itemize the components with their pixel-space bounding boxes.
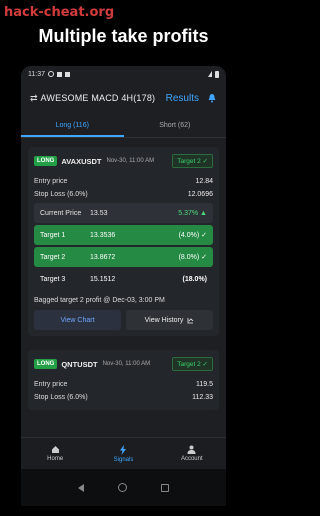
status-time: 11:37 <box>28 70 45 78</box>
direction-tabs: Long (116) Short (62) <box>21 114 226 138</box>
signals-bolt-icon <box>120 444 127 455</box>
signal-card: LONG QNTUSDT Nov-30, 11:00 AM Target 2 ✓… <box>28 350 219 410</box>
results-link[interactable]: Results <box>166 93 199 104</box>
recents-icon[interactable] <box>161 483 169 492</box>
target-label: Target 2 <box>40 253 66 261</box>
settings-gear-icon <box>48 71 54 77</box>
current-price-value: 13.53 <box>90 209 108 217</box>
stop-loss-value: 112.33 <box>192 394 213 401</box>
card-header: LONG AVAXUSDT Nov-30, 11:00 AM Target 2 … <box>34 153 213 169</box>
notification-icon <box>57 71 62 77</box>
bagged-profit-text: Bagged target 2 profit @ Dec-03, 3:00 PM <box>34 297 165 304</box>
nav-home[interactable]: Home <box>21 438 89 469</box>
target-row: Target 2 13.8672 (8.0%) ✓ <box>34 247 213 267</box>
target-pct: (8.0%) ✓ <box>178 254 207 261</box>
target-price: 13.8672 <box>90 253 116 261</box>
home-circle-icon[interactable] <box>118 483 127 492</box>
tab-long[interactable]: Long (116) <box>21 114 124 137</box>
stop-loss-row: Stop Loss (6.0%) 12.0696 <box>34 188 213 201</box>
entry-label: Entry price <box>34 178 68 185</box>
notification-icon <box>65 71 70 77</box>
tab-short[interactable]: Short (62) <box>124 114 227 137</box>
phone-screen: 11:37 ⇄ AWESOME MACD 4H(178) Results Lon… <box>21 66 226 506</box>
signal-icon <box>208 71 212 77</box>
current-price-row[interactable]: Current Price 13.53 5.37% ▲ <box>34 203 213 223</box>
signal-card: LONG AVAXUSDT Nov-30, 11:00 AM Target 2 … <box>28 147 219 336</box>
symbol: AVAXUSDT <box>61 156 102 166</box>
system-nav-bar <box>21 469 226 506</box>
watermark: hack-cheat.org <box>4 5 115 20</box>
view-history-button[interactable]: View History <box>126 310 213 330</box>
entry-row: Entry price 12.84 <box>34 175 213 188</box>
target-row: Target 1 13.3536 (4.0%) ✓ <box>34 225 213 245</box>
current-price-change: 5.37% ▲ <box>178 209 207 217</box>
stop-loss-value: 12.0696 <box>187 191 213 198</box>
stop-loss-row: Stop Loss (6.0%) 112.33 <box>34 391 213 404</box>
stop-loss-label: Stop Loss (6.0%) <box>34 191 88 198</box>
account-icon <box>187 445 196 454</box>
nav-home-label: Home <box>47 456 64 462</box>
home-icon <box>51 446 59 453</box>
target-label: Target 3 <box>40 275 66 283</box>
nav-account-label: Account <box>180 456 203 462</box>
card-actions: View Chart View History <box>34 310 213 330</box>
back-icon[interactable] <box>78 483 84 492</box>
nav-signals-label: Signals <box>113 456 134 463</box>
bottom-nav: Home Signals Account <box>21 437 226 469</box>
long-badge: LONG <box>34 359 58 369</box>
target-label: Target 1 <box>40 231 66 239</box>
target-row: Target 3 15.1512 (18.0%) <box>34 269 213 289</box>
battery-icon <box>215 70 219 78</box>
card-header: LONG QNTUSDT Nov-30, 11:00 AM Target 2 ✓ <box>34 356 213 372</box>
headline: Multiple take profits <box>38 26 209 46</box>
history-icon <box>187 317 194 323</box>
nav-signals[interactable]: Signals <box>89 438 157 469</box>
stop-loss-label: Stop Loss (6.0%) <box>34 394 88 401</box>
symbol: QNTUSDT <box>61 359 98 369</box>
nav-account[interactable]: Account <box>158 438 226 469</box>
target-price: 13.3536 <box>90 231 116 239</box>
swap-arrows-icon[interactable]: ⇄ <box>30 93 38 104</box>
target-pct: (4.0%) ✓ <box>178 232 207 239</box>
app-bar: ⇄ AWESOME MACD 4H(178) Results <box>21 82 226 114</box>
target-price: 15.1512 <box>90 275 116 283</box>
entry-value: 119.5 <box>196 381 213 388</box>
entry-label: Entry price <box>34 381 68 388</box>
target-status-badge: Target 2 ✓ <box>172 357 213 371</box>
strategy-title: AWESOME MACD 4H(178) <box>40 93 156 103</box>
target-status-badge: Target 2 ✓ <box>172 154 213 168</box>
status-bar: 11:37 <box>21 66 226 82</box>
signal-date: Nov-30, 11:00 AM <box>106 158 155 164</box>
view-chart-label: View Chart <box>60 316 95 324</box>
view-chart-button[interactable]: View Chart <box>34 310 121 330</box>
current-price-label: Current Price <box>40 209 82 217</box>
entry-row: Entry price 119.5 <box>34 378 213 391</box>
long-badge: LONG <box>34 156 58 166</box>
bell-icon[interactable] <box>207 93 217 103</box>
signal-date: Nov-30, 11:00 AM <box>102 361 151 367</box>
view-history-label: View History <box>144 316 184 324</box>
entry-value: 12.84 <box>195 178 213 185</box>
target-pct: (18.0%) <box>182 275 207 283</box>
